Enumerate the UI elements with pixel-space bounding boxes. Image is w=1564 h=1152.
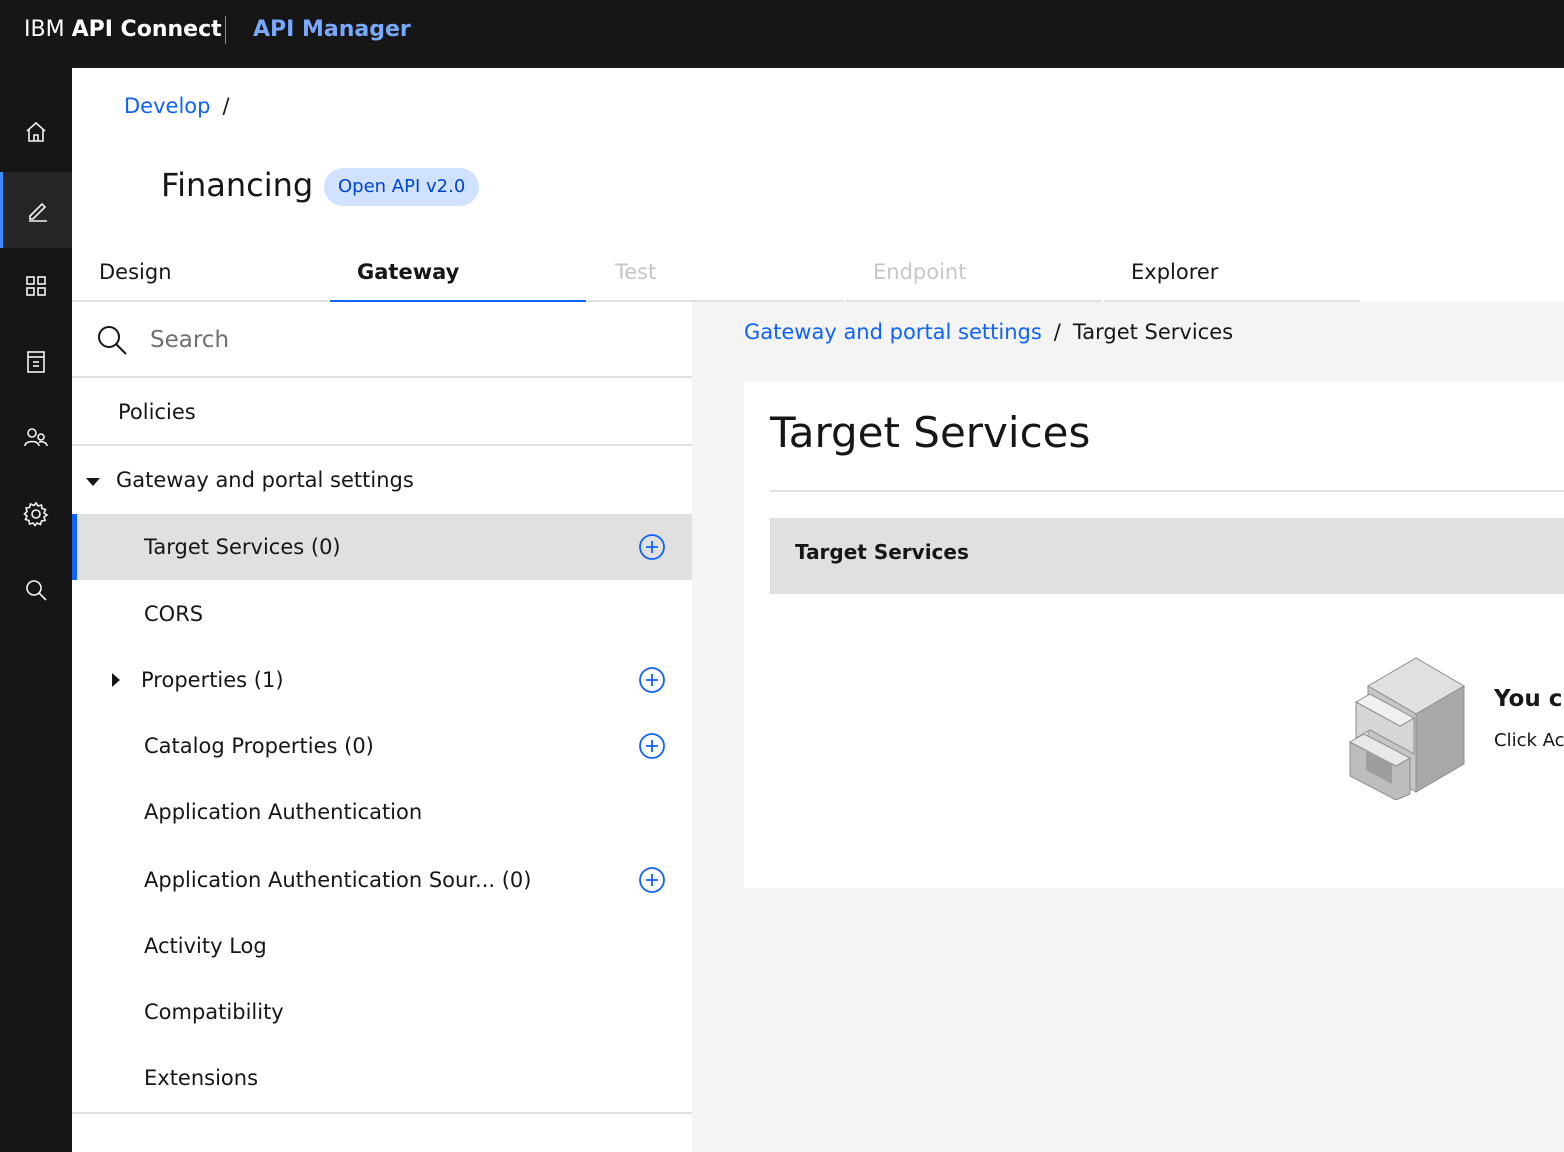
nav-item-activity-log[interactable]: Activity Log: [72, 913, 692, 979]
header-divider: [225, 16, 226, 44]
rail-members-button[interactable]: [0, 400, 72, 476]
page-title: Financing: [161, 166, 314, 204]
tab-design[interactable]: Design: [72, 244, 328, 302]
target-services-card: Target Services Target Services You cu C…: [744, 382, 1564, 888]
nav-item-extensions[interactable]: Extensions: [72, 1045, 692, 1111]
edit-icon: [28, 202, 47, 222]
add-circle-icon[interactable]: [638, 666, 666, 694]
rail-catalog-button[interactable]: [0, 324, 72, 400]
nav-item-label: CORS: [144, 602, 204, 626]
empty-drawer-icon: [1348, 657, 1465, 800]
search-icon: [26, 580, 47, 601]
breadcrumb-separator: /: [222, 94, 230, 118]
empty-state-text: Click Ac: [1494, 730, 1564, 751]
nav-item-label: Target Services (0): [144, 535, 341, 559]
nav-item-label: Extensions: [144, 1066, 259, 1090]
nav-item-application-authentication[interactable]: Application Authentication: [72, 779, 692, 845]
nav-item-compatibility[interactable]: Compatibility: [72, 979, 692, 1045]
breadcrumb-gateway-settings-link[interactable]: Gateway and portal settings: [744, 320, 1042, 344]
nav-item-cors[interactable]: CORS: [72, 581, 692, 647]
nav-item-policies[interactable]: Policies: [72, 380, 692, 446]
nav-search-input[interactable]: [150, 318, 650, 362]
nav-item-gateway-settings[interactable]: Gateway and portal settings: [72, 447, 692, 513]
top-header: IBM API Connect API Manager: [0, 0, 1564, 68]
nav-item-label: Application Authentication Sour... (0): [144, 868, 532, 892]
brand-product: API Connect: [71, 17, 222, 42]
add-circle-icon[interactable]: [638, 732, 666, 760]
nav-item-application-authentication-source[interactable]: Application Authentication Sour... (0): [72, 847, 692, 913]
section-title: Target Services: [770, 408, 1091, 457]
rail-search-button[interactable]: [0, 552, 72, 628]
tab-bar: Design Gateway Test Endpoint Explorer: [72, 244, 1360, 302]
breadcrumb-current: Target Services: [1072, 320, 1234, 344]
content-breadcrumb: Gateway and portal settings / Target Servi…: [744, 320, 1233, 344]
nav-divider: [72, 1112, 692, 1114]
nav-item-label: Catalog Properties (0): [144, 734, 374, 758]
tab-endpoint: Endpoint: [846, 244, 1102, 302]
breadcrumb-develop-link[interactable]: Develop: [124, 94, 210, 118]
add-circle-icon[interactable]: [638, 866, 666, 894]
nav-item-catalog-properties[interactable]: Catalog Properties (0): [72, 713, 692, 779]
nav-item-properties[interactable]: Properties (1): [72, 647, 692, 713]
tab-explorer[interactable]: Explorer: [1104, 244, 1360, 302]
tab-gateway[interactable]: Gateway: [330, 244, 586, 302]
nav-item-label: Gateway and portal settings: [116, 468, 414, 492]
content-area: Gateway and portal settings / Target Servi…: [692, 302, 1564, 1152]
side-rail: [0, 68, 72, 1152]
nav-item-label: Application Authentication: [144, 800, 423, 824]
brand-logo[interactable]: IBM API Connect: [24, 0, 222, 68]
brand-prefix: IBM: [24, 17, 65, 42]
nav-search: [72, 302, 692, 378]
nav-item-label: Compatibility: [144, 1000, 284, 1024]
users-icon: [24, 428, 48, 447]
table-header: Target Services: [770, 518, 1564, 594]
gateway-nav-panel: Policies Gateway and portal settings Tar…: [72, 302, 692, 1152]
breadcrumb: Develop /: [124, 94, 230, 118]
rail-apps-button[interactable]: [0, 248, 72, 324]
empty-state-title: You cu: [1494, 686, 1564, 712]
caret-right-icon[interactable]: [112, 673, 120, 687]
apps-grid-icon: [26, 276, 46, 296]
tab-test: Test: [588, 244, 844, 302]
nav-item-label: Activity Log: [144, 934, 267, 958]
search-icon: [98, 326, 127, 355]
home-icon: [26, 121, 46, 142]
breadcrumb-separator: /: [1053, 320, 1061, 344]
title-divider: [770, 490, 1564, 492]
rail-home-button[interactable]: [0, 94, 72, 170]
table-header-label: Target Services: [795, 540, 969, 564]
catalog-icon: [27, 351, 45, 373]
gear-icon: [23, 501, 49, 527]
caret-down-icon: [86, 478, 100, 486]
api-version-badge: Open API v2.0: [324, 168, 480, 206]
nav-item-label: Policies: [118, 400, 196, 424]
nav-item-target-services[interactable]: Target Services (0): [72, 514, 692, 580]
rail-develop-button[interactable]: [0, 172, 72, 248]
rail-settings-button[interactable]: [0, 476, 72, 552]
add-circle-icon[interactable]: [638, 533, 666, 561]
nav-item-label: Properties (1): [141, 668, 284, 692]
app-name[interactable]: API Manager: [253, 0, 411, 60]
